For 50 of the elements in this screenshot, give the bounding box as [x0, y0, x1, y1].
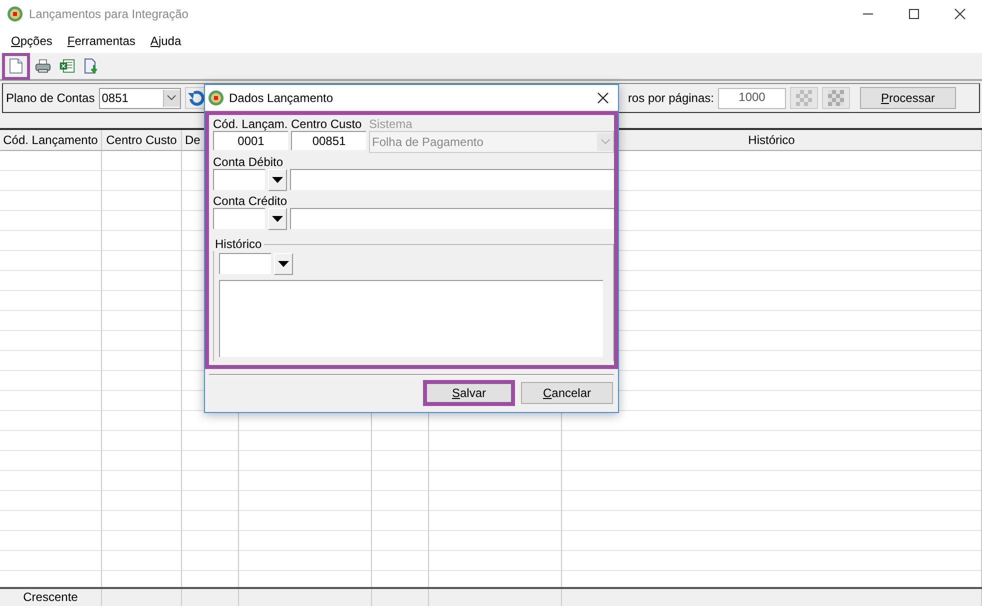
plan-combobox[interactable]: 0851	[98, 88, 181, 108]
undo-button[interactable]	[184, 87, 207, 109]
undo-icon	[186, 90, 205, 106]
menu-item[interactable]: Ferramentas	[67, 34, 136, 48]
field-label: Sistema	[369, 117, 414, 131]
menu-item[interactable]: Opções	[11, 34, 52, 48]
per-page-label: ros por páginas:	[628, 91, 714, 105]
app-icon	[7, 6, 23, 22]
dropdown-button[interactable]	[268, 169, 287, 191]
group-label: Histórico	[214, 237, 263, 251]
dropdown-button[interactable]	[274, 253, 293, 275]
menu-item[interactable]: Ajuda	[150, 34, 182, 48]
pattern-icon	[796, 90, 812, 106]
app-icon	[208, 90, 224, 106]
chevron-down-icon	[167, 95, 176, 101]
per-page-field[interactable]: 1000	[718, 88, 786, 108]
close-icon[interactable]	[597, 92, 609, 104]
input-field[interactable]: 00851	[291, 131, 366, 150]
new-document-button[interactable]	[2, 52, 30, 80]
input-field[interactable]	[290, 208, 614, 229]
field-label: Conta Débito	[213, 155, 284, 169]
dialog-title: Dados Lançamento	[229, 90, 334, 104]
column-header[interactable]: Centro Custo	[102, 130, 182, 151]
input-field[interactable]: 0001	[213, 131, 288, 150]
save-button[interactable]: Salvar	[423, 380, 515, 406]
caret-icon	[278, 261, 289, 267]
spreadsheet-icon	[59, 58, 75, 74]
close-icon[interactable]	[954, 8, 966, 20]
field-label: Centro Custo	[291, 117, 363, 131]
sort-order-cell: Crescente	[0, 589, 102, 606]
dropdown-button[interactable]	[268, 208, 287, 230]
field-label: Cód. Lançam.	[213, 117, 288, 131]
process-button[interactable]: Processar	[860, 87, 956, 109]
chevron-down-icon	[600, 139, 610, 145]
cancel-button[interactable]: Cancelar	[521, 382, 613, 404]
caret-icon	[272, 216, 283, 222]
plan-label: Plano de Contas	[6, 91, 95, 105]
download-icon	[83, 58, 99, 74]
field-label: Conta Crédito	[213, 194, 288, 208]
input-field[interactable]	[290, 169, 614, 190]
window-title: Lançamentos para Integração	[29, 7, 188, 21]
input-field[interactable]	[213, 208, 265, 229]
input-field[interactable]	[219, 253, 271, 274]
maximize-icon[interactable]	[908, 8, 920, 20]
pattern-icon	[828, 90, 844, 106]
input-field[interactable]	[213, 169, 265, 190]
caret-icon	[272, 177, 283, 183]
printer-icon	[35, 58, 51, 74]
document-icon	[9, 58, 23, 74]
column-header[interactable]: Cód. Lançamento	[0, 130, 102, 151]
